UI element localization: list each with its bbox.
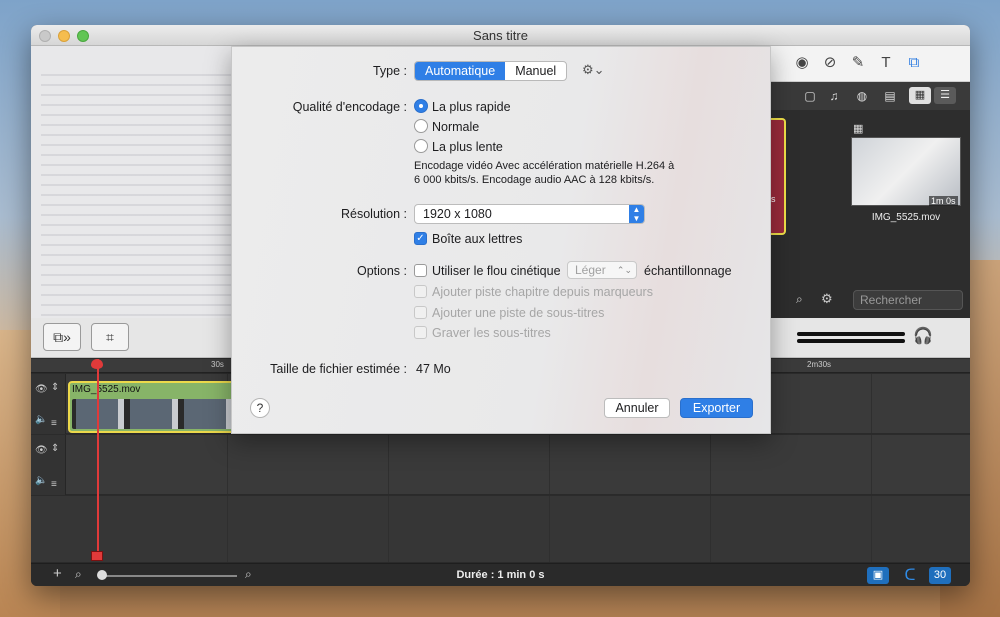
type-manual-button[interactable]: Manuel [505, 62, 566, 80]
encoding-description-line-2: 6 000 kbits/s. Encodage audio AAC à 128 … [414, 174, 655, 186]
timeline-clip-title: IMG_5525.mov [72, 384, 141, 395]
media-search-input[interactable]: Rechercher [853, 290, 963, 310]
resolution-label: Résolution : [340, 207, 407, 221]
music-library-icon[interactable]: ♫ [825, 88, 843, 104]
speaker-icon[interactable]: 🔈 [35, 475, 47, 486]
menu-icon[interactable]: ≡ [51, 479, 57, 490]
fps-badge[interactable]: 30 [929, 567, 951, 584]
encoding-description-line-1: Encodage vidéo Avec accélération matérie… [414, 160, 675, 172]
chevron-updown-icon[interactable]: ⇕ [51, 443, 59, 454]
type-automatic-button[interactable]: Automatique [415, 62, 506, 80]
list-icon[interactable]: ▤ [881, 88, 899, 104]
menu-icon[interactable]: ≡ [51, 418, 57, 429]
chevron-updown-icon[interactable]: ⇕ [51, 382, 59, 393]
search-icon: ⌕ [796, 292, 803, 306]
snap-icon[interactable]: ᑕ [899, 567, 921, 584]
options-label: Options : [356, 264, 407, 278]
cancel-button[interactable]: Annuler [604, 398, 670, 418]
minimize-window-button[interactable] [58, 30, 70, 42]
playhead-end-marker[interactable] [91, 551, 103, 561]
quality-fastest-radio[interactable] [414, 99, 428, 113]
image-toggle-icon[interactable]: ▣ [867, 567, 889, 584]
quality-label: Qualité d'encodage : [292, 100, 407, 114]
playhead-line[interactable] [97, 359, 99, 559]
quality-fastest-label[interactable]: La plus rapide [432, 100, 511, 114]
film-icon: ▦ [853, 123, 864, 135]
encoding-description: Encodage vidéo Avec accélération matérie… [414, 159, 714, 187]
pen-icon[interactable]: ✎ [849, 54, 867, 72]
search-placeholder: Rechercher [860, 293, 923, 307]
canvas-preview[interactable] [31, 46, 231, 318]
ruler-label-2m30s: 2m30s [807, 360, 832, 369]
filesize-value: 47 Mo [416, 362, 451, 376]
group-clips-button[interactable]: ⧉» [43, 323, 81, 351]
media-panel: s ▦ 1m 0s IMG_5525.mov [771, 110, 970, 285]
quality-normal-label[interactable]: Normale [432, 120, 479, 134]
letterbox-label[interactable]: Boîte aux lettres [432, 232, 522, 246]
close-window-button[interactable] [39, 30, 51, 42]
clip-duration-badge: 1m 0s [929, 196, 958, 206]
chapter-track-label: Ajouter piste chapitre depuis marqueurs [432, 285, 653, 299]
screen-record-icon[interactable]: ⧉ [905, 54, 923, 72]
shapes-icon[interactable]: ⊘ [821, 54, 839, 72]
cursor-highlight-icon[interactable]: ◉ [793, 54, 811, 72]
partial-duration-label: s [771, 194, 776, 204]
subtitle-track-checkbox[interactable] [414, 306, 427, 319]
eye-icon[interactable]: 👁 [35, 384, 48, 395]
title-bar: Sans titre [31, 25, 970, 46]
quality-normal-radio[interactable] [414, 119, 428, 133]
library-tabs: ▢ ♫ ◍ ▤ ▦ ☰ [771, 82, 970, 110]
chevron-updown-icon: ⌃⌄ [616, 265, 632, 275]
quality-slowest-radio[interactable] [414, 139, 428, 153]
gear-icon[interactable]: ⚙⌄ [582, 62, 605, 78]
timeline-empty-area [31, 496, 970, 563]
type-segmented-control: Automatique Manuel [414, 61, 568, 81]
ruler-label-30s: 30s [211, 360, 224, 369]
selected-media-clip[interactable]: s [771, 118, 786, 235]
preview-screen-image [41, 66, 231, 316]
annotation-toolbar: ◉ ⊘ ✎ T ⧉ [771, 46, 970, 82]
grid-view-button[interactable]: ▦ [909, 87, 931, 104]
duration-label: Durée : 1 min 0 s [456, 569, 545, 581]
window-title: Sans titre [473, 28, 528, 43]
burn-subtitles-label: Graver les sous-titres [432, 326, 551, 340]
media-library-icon[interactable]: ▢ [801, 88, 819, 104]
speaker-icon[interactable]: 🔈 [35, 414, 47, 425]
clip-name: IMG_5525.mov [871, 212, 941, 223]
sampling-label: échantillonnage [644, 264, 732, 278]
track-2: 👁 ⇕ 🔈 ≡ [31, 435, 970, 495]
chapter-track-checkbox[interactable] [414, 285, 427, 298]
gear-icon[interactable]: ⚙ [821, 291, 833, 307]
motion-blur-label[interactable]: Utiliser le flou cinétique [432, 264, 561, 278]
burn-subtitles-checkbox[interactable] [414, 326, 427, 339]
export-dialog: Type : Automatique Manuel ⚙⌄ Qualité d'e… [231, 46, 771, 434]
zoom-window-button[interactable] [77, 30, 89, 42]
motion-blur-level-value: Léger [575, 263, 606, 277]
crop-button[interactable]: ⌗ [91, 323, 129, 351]
filesize-label: Taille de fichier estimée : [270, 362, 407, 376]
eye-icon[interactable]: 👁 [35, 445, 48, 456]
track-2-header: 👁 ⇕ 🔈 ≡ [31, 435, 66, 495]
status-bar: + ⌕ ⌕ Durée : 1 min 0 s ▣ ᑕ 30 [31, 563, 970, 586]
type-label: Type : [372, 64, 407, 78]
audio-level-meter [797, 332, 905, 344]
resolution-value: 1920 x 1080 [423, 207, 492, 221]
media-search-row: ⌕ ⚙ Rechercher [771, 285, 970, 318]
help-button[interactable]: ? [250, 398, 270, 418]
list-view-button[interactable]: ☰ [934, 87, 956, 104]
headphones-icon[interactable]: 🎧 [913, 326, 933, 346]
text-icon[interactable]: T [877, 54, 895, 72]
motion-blur-checkbox[interactable] [414, 264, 427, 277]
playhead-handle[interactable] [91, 359, 103, 369]
resolution-select[interactable]: 1920 x 1080 ▲ ▼ [414, 204, 645, 224]
track-1-header: 👁 ⇕ 🔈 ≡ [31, 374, 66, 434]
export-button[interactable]: Exporter [680, 398, 753, 418]
subtitle-track-label: Ajouter une piste de sous-titres [432, 306, 605, 320]
letterbox-checkbox[interactable]: ✓ [414, 232, 427, 245]
quality-slowest-label[interactable]: La plus lente [432, 140, 503, 154]
motion-blur-level-select[interactable]: Léger ⌃⌄ [567, 261, 637, 279]
chevron-updown-icon: ▲ ▼ [629, 205, 644, 223]
web-icon[interactable]: ◍ [853, 88, 871, 104]
